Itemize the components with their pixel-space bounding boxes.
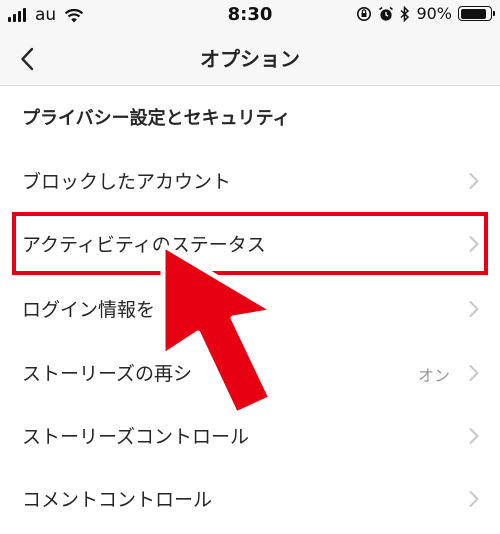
chevron-right-icon	[469, 301, 479, 317]
navigation-bar: オプション	[0, 32, 500, 86]
list-item-comment-controls[interactable]: コメントコントロール	[0, 469, 500, 529]
battery-icon	[458, 6, 495, 21]
list-item-story-resharing[interactable]: ストーリーズの再シ オン	[0, 343, 500, 403]
chevron-right-icon	[469, 173, 479, 189]
list-item-login-info[interactable]: ログイン情報を	[0, 279, 500, 339]
list-item-blocked-accounts[interactable]: ブロックしたアカウント	[0, 151, 500, 211]
battery-percentage: 90%	[416, 4, 452, 23]
page-title: オプション	[200, 47, 300, 71]
orientation-lock-icon	[356, 6, 372, 22]
options-screen: au 8:30 90% オプション プライバシー設定とセキュリティ ブロックした…	[0, 0, 500, 534]
status-bar-right: 90%	[350, 4, 495, 23]
list-item-label: ブロックしたアカウント	[22, 171, 232, 193]
status-bar: au 8:30 90%	[0, 0, 500, 32]
list-item-label: コメントコントロール	[22, 489, 213, 511]
list-item-label: ストーリーズの再シ	[22, 363, 193, 385]
section-header-privacy-security: プライバシー設定とセキュリティ	[22, 108, 291, 129]
list-item-label: アクティビティのステータス	[22, 234, 266, 256]
list-item-label: ログイン情報を	[22, 299, 156, 321]
list-item-activity-status[interactable]: アクティビティのステータス	[0, 214, 500, 274]
alarm-clock-icon	[378, 6, 394, 22]
chevron-right-icon	[469, 365, 479, 381]
bluetooth-icon	[400, 5, 410, 22]
list-item-value: オン	[417, 366, 450, 385]
list-item-label: ストーリーズコントロール	[22, 426, 250, 448]
list-item-story-controls[interactable]: ストーリーズコントロール	[0, 406, 500, 466]
chevron-right-icon	[469, 491, 479, 507]
chevron-right-icon	[469, 236, 479, 252]
chevron-right-icon	[469, 428, 479, 444]
